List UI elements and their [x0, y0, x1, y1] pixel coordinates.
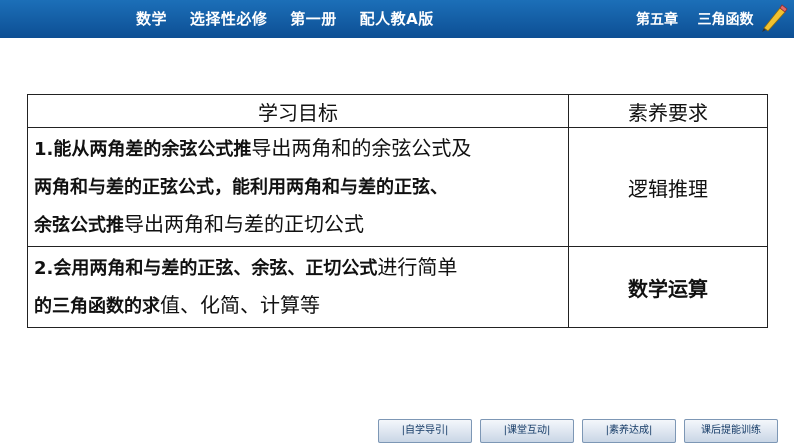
- nav-button-self-study[interactable]: |自学导引|: [378, 419, 472, 443]
- requirement-cell: 数学运算: [568, 246, 768, 328]
- table-row: 2.会用两角和与差的正弦、余弦、正切公式进行简单 的三角函数的求值、化简、计算等…: [27, 246, 768, 328]
- goal-cell: 2.会用两角和与差的正弦、余弦、正切公式进行简单 的三角函数的求值、化简、计算等: [27, 246, 569, 328]
- goal-text: 1.能从两角差的余弦公式推: [34, 139, 252, 160]
- requirement-cell: 逻辑推理: [568, 127, 768, 247]
- pencil-icon: [762, 4, 788, 32]
- goal-text: 进行简单: [377, 255, 458, 279]
- goal-text: 两角和与差的正弦公式，能利用两角和与差的正弦、: [34, 177, 448, 198]
- goal-text: 的三角函数的求: [34, 296, 160, 317]
- header-goals: 学习目标: [27, 94, 569, 128]
- header-bar: 数学 选择性必修 第一册 配人教A版 第五章 三角函数: [0, 0, 794, 38]
- chapter-title: 第五章 三角函数: [636, 12, 754, 28]
- goal-text: 导出两角和与差的正切公式: [124, 212, 364, 236]
- goal-cell: 1.能从两角差的余弦公式推导出两角和的余弦公式及 两角和与差的正弦公式，能利用两…: [27, 127, 569, 247]
- goal-text: 导出两角和的余弦公式及: [251, 136, 472, 160]
- nav-button-class-interaction[interactable]: |课堂互动|: [480, 419, 574, 443]
- header-requirements: 素养要求: [568, 94, 768, 128]
- nav-button-after-class[interactable]: 课后提能训练: [684, 419, 778, 443]
- objectives-table: 学习目标 素养要求 1.能从两角差的余弦公式推导出两角和的余弦公式及 两角和与差…: [27, 94, 768, 328]
- goal-text: 2.会用两角和与差的正弦、余弦、正切公式: [34, 258, 378, 279]
- nav-button-literacy[interactable]: |素养达成|: [582, 419, 676, 443]
- course-title: 数学 选择性必修 第一册 配人教A版: [136, 10, 434, 28]
- table-row: 1.能从两角差的余弦公式推导出两角和的余弦公式及 两角和与差的正弦公式，能利用两…: [27, 127, 768, 247]
- goal-text: 余弦公式推: [34, 215, 124, 236]
- goal-text: 值、化简、计算等: [160, 293, 320, 317]
